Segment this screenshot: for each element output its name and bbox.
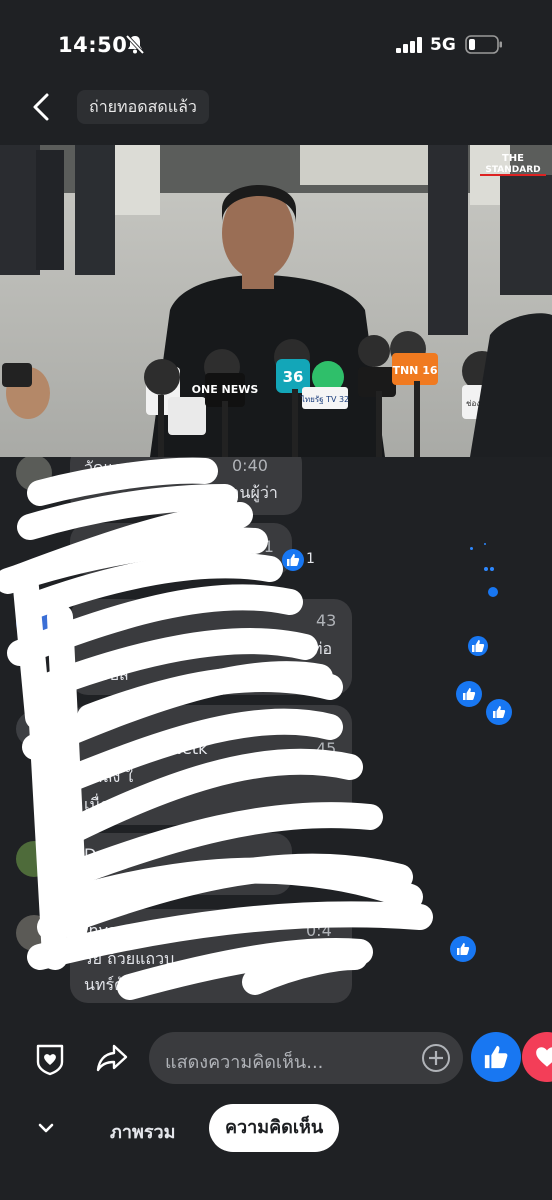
bottom-tabs: ภาพรวม ความคิดเห็น	[0, 1100, 552, 1160]
like-reaction-icon	[456, 681, 482, 707]
comment-input-placeholder: แสดงความคิดเห็น...	[165, 1052, 324, 1073]
love-button[interactable]	[522, 1032, 552, 1082]
mic-label-one-news: ONE NEWS	[192, 383, 259, 396]
comment-text: นทร์ด้วยค่ะ	[84, 975, 163, 994]
chevron-down-icon[interactable]	[36, 1118, 56, 1138]
comment-time: 0:40	[232, 457, 268, 475]
comment-time: 43	[316, 611, 337, 630]
avatar[interactable]	[16, 605, 52, 641]
battery-icon	[465, 35, 502, 54]
cellular-signal-icon	[396, 37, 422, 53]
like-reaction-icon	[450, 936, 476, 962]
mic-label-36: 36	[283, 368, 304, 386]
reaction-particle	[490, 567, 494, 571]
comment-bubble[interactable]: 0:41	[70, 523, 292, 575]
comment-bubble[interactable]: 43 ท่อ ร์ปล	[70, 599, 352, 695]
avatar[interactable]	[16, 841, 52, 877]
heart-icon	[536, 1047, 552, 1067]
comment-text: เนื่อ ะคพ	[84, 795, 145, 814]
tab-overview[interactable]: ภาพรวม	[110, 1117, 175, 1146]
mic-label-thairath: ไทยรัฐ TV 32	[300, 395, 349, 404]
network-type: 5G	[430, 35, 456, 55]
comment-bubble[interactable]: วัดแสง 0:40 ท่านผู้ว่า	[70, 457, 302, 515]
share-icon[interactable]	[94, 1040, 130, 1076]
reaction-particle	[484, 543, 486, 545]
comment-list[interactable]: วัดแสง 0:40 ท่านผู้ว่า 0:41 1 43 ท่อ ร์ป…	[0, 457, 552, 1017]
reaction-particle	[470, 547, 473, 550]
reaction-particle	[484, 567, 488, 571]
watermark-line2: STANDARD	[485, 165, 540, 175]
comment-composer: แสดงความคิดเห็น...	[0, 1028, 552, 1090]
live-status-badge: ถ่ายทอดสดแล้ว	[77, 90, 209, 124]
mic-label-tnn: TNN 16	[392, 364, 437, 377]
bell-muted-icon	[125, 34, 145, 55]
watermark-line1: THE	[502, 153, 524, 164]
avatar[interactable]	[16, 711, 52, 747]
comment-text: รีย ถ้วยแถวบ	[84, 949, 175, 968]
like-button[interactable]	[471, 1032, 521, 1082]
comment-author[interactable]: วัดแสง	[84, 457, 131, 481]
like-reaction-icon	[488, 587, 498, 597]
like-reaction-icon	[282, 549, 304, 571]
comment-time: 45	[316, 739, 337, 758]
status-bar: 14:50 5G	[0, 0, 552, 80]
heart-shield-icon[interactable]	[32, 1040, 68, 1076]
comment-author[interactable]: inyar ongkolch	[84, 921, 201, 940]
reaction-count: 1	[306, 551, 315, 567]
comment-time: 0:41	[238, 537, 274, 556]
avatar[interactable]	[16, 915, 52, 951]
comment-text: ท่านผู้ว่า	[220, 483, 278, 502]
comment-text: กำลัง ใ	[84, 767, 134, 786]
comment-author[interactable]: Netk	[170, 739, 207, 758]
live-video-player[interactable]: ONE NEWS 36 ไทยรัฐ TV 32 TNN 16 ช่อง 7HD…	[0, 145, 552, 457]
like-reaction-icon	[486, 699, 512, 725]
back-arrow-icon[interactable]	[26, 91, 58, 123]
like-icon	[484, 1045, 508, 1069]
avatar[interactable]	[16, 457, 52, 491]
comment-time: 0:4	[306, 921, 332, 940]
tab-comments[interactable]: ความคิดเห็น	[209, 1104, 340, 1152]
top-nav: ถ่ายทอดสดแล้ว	[0, 85, 552, 131]
comment-text: ร์ปล	[100, 665, 129, 684]
comment-bubble[interactable]: Dan	[70, 833, 292, 895]
like-reaction-icon	[468, 636, 488, 656]
status-time: 14:50	[58, 33, 128, 57]
comment-author[interactable]: Dan	[84, 845, 116, 864]
add-attachment-icon[interactable]	[421, 1043, 451, 1073]
comment-input[interactable]: แสดงความคิดเห็น...	[149, 1032, 463, 1084]
comment-bubble[interactable]: inyar ongkolch 0:4 รีย ถ้วยแถวบ นทร์ด้วย…	[70, 909, 352, 1003]
comment-bubble[interactable]: Netk 45 กำลัง ใ เนื่อ ะคพ	[70, 705, 352, 825]
comment-text: ท่อ	[312, 639, 333, 658]
